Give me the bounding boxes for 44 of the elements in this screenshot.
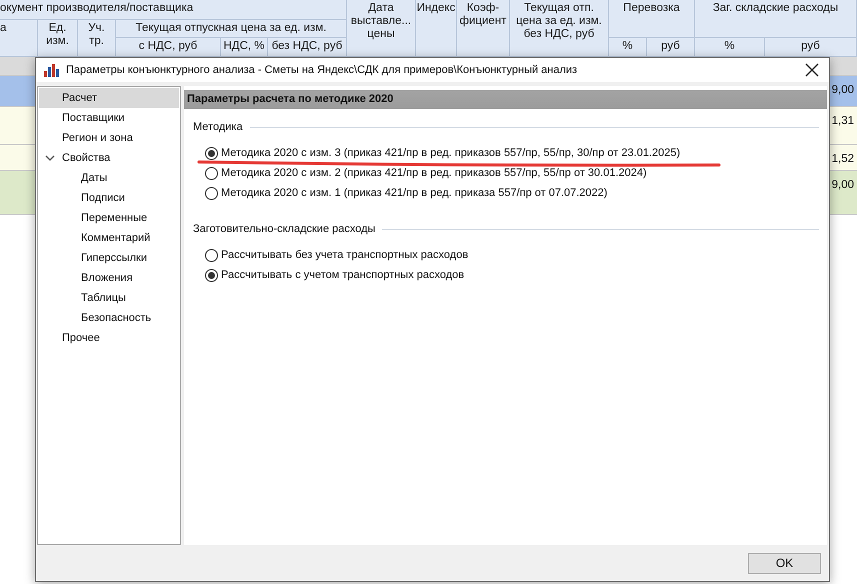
table-cell-text: 9,00 xyxy=(832,83,855,96)
option-label: Рассчитывать с учетом транспортных расходов xyxy=(221,269,464,281)
tree-item[interactable]: Переменные xyxy=(39,208,179,228)
close-icon[interactable] xyxy=(805,63,819,77)
table-cell-text: 1,31 xyxy=(832,114,855,127)
radio-button[interactable] xyxy=(205,186,218,200)
column-header: Заг. складские расходы xyxy=(695,0,857,38)
tree-item[interactable]: Комментарий xyxy=(39,228,179,248)
radio-option[interactable]: Рассчитывать без учета транспортных расходов xyxy=(205,245,819,265)
tree-item[interactable]: Поставщики xyxy=(39,108,179,128)
window-title: Параметры конъюнктурного анализа - Сметы на Яндекс\СДК для примеров\Конъюнктурный анализ xyxy=(66,64,578,76)
table-cell-text: 9,00 xyxy=(832,178,855,191)
panel-header: Параметры расчета по методике 2020 xyxy=(184,90,827,109)
radio-option[interactable]: Рассчитывать с учетом транспортных расходов xyxy=(205,265,819,285)
tree-item[interactable]: Регион и зона xyxy=(39,128,179,148)
tree-item[interactable]: Прочее xyxy=(39,328,179,348)
table-cell-text: 1,52 xyxy=(832,152,855,165)
ok-button[interactable]: OK xyxy=(748,552,821,574)
radio-option[interactable]: Методика 2020 с изм. 3 (приказ 421/пр в ред. приказов 557/пр, 55/пр, 30/пр от 23.01.2025) xyxy=(205,143,819,163)
tree-item[interactable]: Безопасность xyxy=(39,308,179,328)
tree-item[interactable]: Свойства xyxy=(39,148,179,168)
tree-item[interactable]: Гиперссылки xyxy=(39,248,179,268)
bar-chart-icon xyxy=(44,63,60,77)
column-header: окумент производителя/поставщика xyxy=(0,0,347,20)
tree-item[interactable]: Подписи xyxy=(39,188,179,208)
option-label: Методика 2020 с изм. 2 (приказ 421/пр в ред. приказов 557/пр, 55/пр от 30.01.2024) xyxy=(221,167,647,179)
radio-button[interactable] xyxy=(205,268,218,282)
radio-button[interactable] xyxy=(205,166,218,180)
tree-item[interactable]: Таблицы xyxy=(39,288,179,308)
tree-item[interactable]: Расчет xyxy=(39,88,179,108)
tree-item[interactable]: Вложения xyxy=(39,268,179,288)
radio-button[interactable] xyxy=(205,248,218,262)
radio-option[interactable]: Методика 2020 с изм. 1 (приказ 421/пр в ред. приказа 557/пр от 07.07.2022) xyxy=(205,183,819,203)
group-title: Заготовительно-складские расходы xyxy=(193,223,376,235)
radio-button[interactable] xyxy=(205,146,218,160)
column-header: Текущая отпускная цена за ед. изм. xyxy=(116,20,347,38)
option-label: Методика 2020 с изм. 3 (приказ 421/пр в ред. приказов 557/пр, 55/пр, 30/пр от 23.01.2025) xyxy=(221,147,680,159)
radio-option[interactable]: Методика 2020 с изм. 2 (приказ 421/пр в ред. приказов 557/пр, 55/пр от 30.01.2024) xyxy=(205,163,819,183)
group-title: Методика xyxy=(193,121,243,133)
option-label: Методика 2020 с изм. 1 (приказ 421/пр в ред. приказа 557/пр от 07.07.2022) xyxy=(221,187,608,199)
option-label: Рассчитывать без учета транспортных расходов xyxy=(221,249,468,261)
column-header: Перевозка xyxy=(609,0,695,38)
tree-item[interactable]: Даты xyxy=(39,168,179,188)
chevron-icon[interactable] xyxy=(45,154,55,162)
